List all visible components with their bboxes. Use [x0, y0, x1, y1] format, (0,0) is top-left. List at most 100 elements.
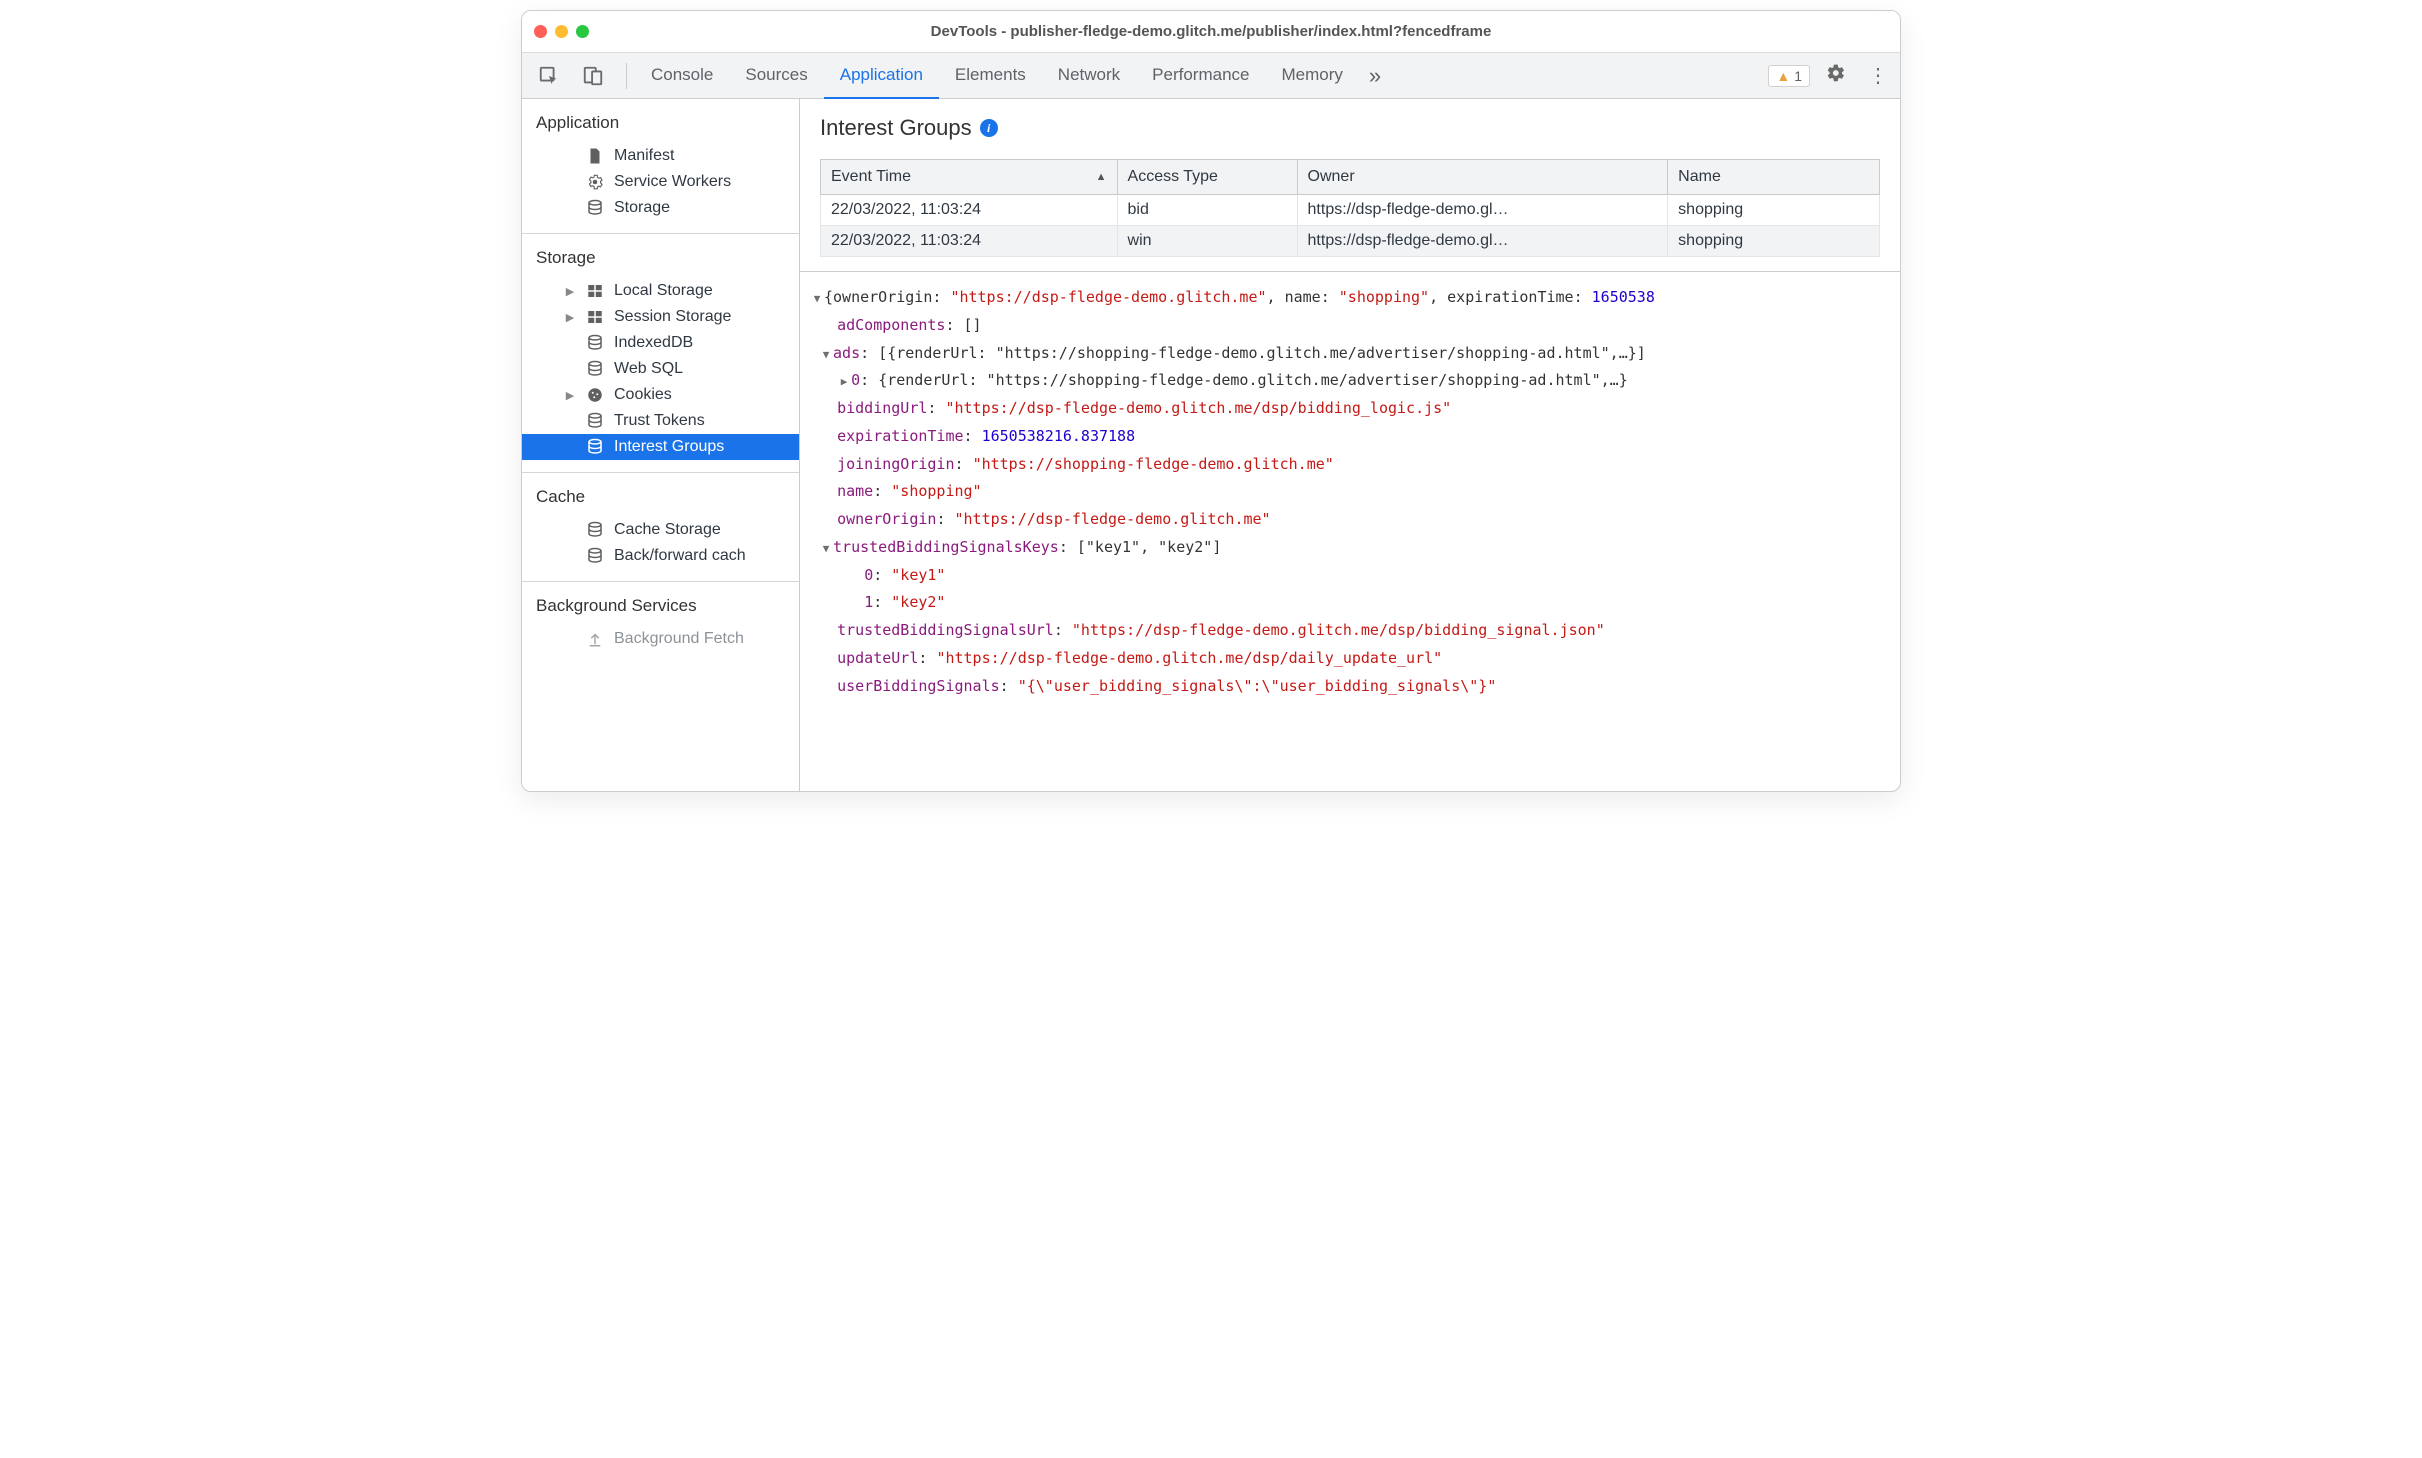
- cell-owner: https://dsp-fledge-demo.gl…: [1297, 195, 1668, 226]
- sidebar-item-storage[interactable]: Storage: [522, 195, 799, 221]
- object-detail-view: ▼{ownerOrigin: "https://dsp-fledge-demo.…: [800, 271, 1900, 700]
- inspect-element-icon[interactable]: [534, 61, 564, 91]
- column-header-owner[interactable]: Owner: [1297, 160, 1668, 195]
- devtools-window: DevTools - publisher-fledge-demo.glitch.…: [521, 10, 1901, 792]
- sort-asc-icon: ▲: [1096, 171, 1107, 183]
- sidebar-item-label: Back/forward cach: [614, 547, 746, 565]
- events-table: Event Time▲Access TypeOwnerName 22/03/20…: [820, 159, 1880, 257]
- table-row[interactable]: 22/03/2022, 11:03:24bidhttps://dsp-fledg…: [821, 195, 1880, 226]
- settings-icon[interactable]: [1820, 59, 1852, 93]
- detail-tbsk[interactable]: ▼trustedBiddingSignalsKeys: ["key1", "ke…: [800, 534, 1890, 562]
- panel-tabs: ConsoleSourcesApplicationElementsNetwork…: [635, 53, 1359, 99]
- tab-console[interactable]: Console: [635, 53, 729, 99]
- grid-icon: [586, 308, 604, 326]
- db-icon: [586, 412, 604, 430]
- sidebar-item-trust-tokens[interactable]: Trust Tokens: [522, 408, 799, 434]
- detail-ads[interactable]: ▼ads: [{renderUrl: "https://shopping-fle…: [800, 340, 1890, 368]
- info-icon[interactable]: i: [980, 119, 998, 137]
- sidebar-item-label: Session Storage: [614, 308, 731, 326]
- window-controls: [534, 25, 589, 38]
- db-icon: [586, 521, 604, 539]
- minimize-window-button[interactable]: [555, 25, 568, 38]
- detail-tbsk-1[interactable]: 1: "key2": [800, 589, 1890, 617]
- sidebar-item-label: Web SQL: [614, 360, 683, 378]
- column-header-event-time[interactable]: Event Time▲: [821, 160, 1118, 195]
- issues-badge[interactable]: ▲ 1: [1768, 65, 1810, 87]
- expand-toggle-icon[interactable]: ▼: [810, 289, 824, 309]
- sidebar-item-cache-storage[interactable]: Cache Storage: [522, 517, 799, 543]
- sidebar-item-label: Cookies: [614, 386, 672, 404]
- more-tabs-button[interactable]: »: [1359, 63, 1391, 89]
- db-icon: [586, 438, 604, 456]
- sidebar-item-label: Background Fetch: [614, 630, 744, 648]
- detail-updateurl[interactable]: updateUrl: "https://dsp-fledge-demo.glit…: [800, 645, 1890, 673]
- detail-ads-0[interactable]: ▶0: {renderUrl: "https://shopping-fledge…: [800, 367, 1890, 395]
- detail-expirationtime[interactable]: expirationTime: 1650538216.837188: [800, 423, 1890, 451]
- expand-toggle-icon[interactable]: ▶: [564, 285, 576, 298]
- cell-owner: https://dsp-fledge-demo.gl…: [1297, 226, 1668, 257]
- maximize-window-button[interactable]: [576, 25, 589, 38]
- expand-toggle-icon[interactable]: ▶: [564, 311, 576, 324]
- tab-elements[interactable]: Elements: [939, 53, 1042, 99]
- panel-header: Interest Groups i: [800, 99, 1900, 159]
- panel-title: Interest Groups: [820, 115, 972, 141]
- close-window-button[interactable]: [534, 25, 547, 38]
- sidebar-heading: Background Services: [522, 592, 799, 626]
- expand-toggle-icon[interactable]: ▶: [837, 372, 851, 392]
- sidebar-item-service-workers[interactable]: Service Workers: [522, 169, 799, 195]
- sidebar-heading: Storage: [522, 244, 799, 278]
- tab-network[interactable]: Network: [1042, 53, 1136, 99]
- sidebar-item-local-storage[interactable]: ▶ Local Storage: [522, 278, 799, 304]
- detail-joiningorigin[interactable]: joiningOrigin: "https://shopping-fledge-…: [800, 451, 1890, 479]
- file-icon: [586, 147, 604, 165]
- detail-adcomponents[interactable]: adComponents: []: [800, 312, 1890, 340]
- sidebar-item-web-sql[interactable]: Web SQL: [522, 356, 799, 382]
- detail-tbsk-0[interactable]: 0: "key1": [800, 562, 1890, 590]
- device-toolbar-icon[interactable]: [578, 61, 608, 91]
- sidebar-item-indexeddb[interactable]: IndexedDB: [522, 330, 799, 356]
- expand-toggle-icon[interactable]: ▶: [564, 389, 576, 402]
- expand-toggle-icon[interactable]: ▼: [819, 539, 833, 559]
- detail-ownerorigin[interactable]: ownerOrigin: "https://dsp-fledge-demo.gl…: [800, 506, 1890, 534]
- db-icon: [586, 334, 604, 352]
- sidebar-item-label: Local Storage: [614, 282, 713, 300]
- cell-access: win: [1117, 226, 1297, 257]
- tab-sources[interactable]: Sources: [729, 53, 823, 99]
- sidebar-item-interest-groups[interactable]: Interest Groups: [522, 434, 799, 460]
- cell-time: 22/03/2022, 11:03:24: [821, 226, 1118, 257]
- window-title: DevTools - publisher-fledge-demo.glitch.…: [931, 23, 1492, 40]
- sidebar-item-back-forward-cach[interactable]: Back/forward cach: [522, 543, 799, 569]
- tab-performance[interactable]: Performance: [1136, 53, 1265, 99]
- detail-ubs[interactable]: userBiddingSignals: "{\"user_bidding_sig…: [800, 673, 1890, 701]
- sidebar-item-session-storage[interactable]: ▶ Session Storage: [522, 304, 799, 330]
- detail-tbsurl[interactable]: trustedBiddingSignalsUrl: "https://dsp-f…: [800, 617, 1890, 645]
- cell-name: shopping: [1668, 195, 1880, 226]
- upload-icon: [586, 630, 604, 648]
- db-icon: [586, 547, 604, 565]
- more-options-icon[interactable]: ⋮: [1862, 59, 1894, 92]
- sidebar-item-label: Manifest: [614, 147, 674, 165]
- sidebar-item-cookies[interactable]: ▶ Cookies: [522, 382, 799, 408]
- sidebar-item-manifest[interactable]: Manifest: [522, 143, 799, 169]
- titlebar: DevTools - publisher-fledge-demo.glitch.…: [522, 11, 1900, 53]
- sidebar-item-label: Interest Groups: [614, 438, 724, 456]
- tab-application[interactable]: Application: [824, 53, 939, 99]
- column-header-name[interactable]: Name: [1668, 160, 1880, 195]
- tab-memory[interactable]: Memory: [1265, 53, 1358, 99]
- column-header-access-type[interactable]: Access Type: [1117, 160, 1297, 195]
- application-sidebar: Application Manifest Service Workers Storag…: [522, 99, 800, 791]
- gear-icon: [586, 173, 604, 191]
- toolbar-divider: [626, 63, 627, 89]
- detail-biddingurl[interactable]: biddingUrl: "https://dsp-fledge-demo.gli…: [800, 395, 1890, 423]
- sidebar-item-label: Trust Tokens: [614, 412, 705, 430]
- sidebar-heading: Application: [522, 109, 799, 143]
- sidebar-heading: Cache: [522, 483, 799, 517]
- table-row[interactable]: 22/03/2022, 11:03:24winhttps://dsp-fledg…: [821, 226, 1880, 257]
- detail-summary[interactable]: ▼{ownerOrigin: "https://dsp-fledge-demo.…: [800, 284, 1890, 312]
- sidebar-item-background-fetch[interactable]: Background Fetch: [522, 626, 799, 652]
- detail-name[interactable]: name: "shopping": [800, 478, 1890, 506]
- sidebar-item-label: Storage: [614, 199, 670, 217]
- sidebar-item-label: Cache Storage: [614, 521, 721, 539]
- expand-toggle-icon[interactable]: ▼: [819, 345, 833, 365]
- warning-icon: ▲: [1776, 68, 1790, 84]
